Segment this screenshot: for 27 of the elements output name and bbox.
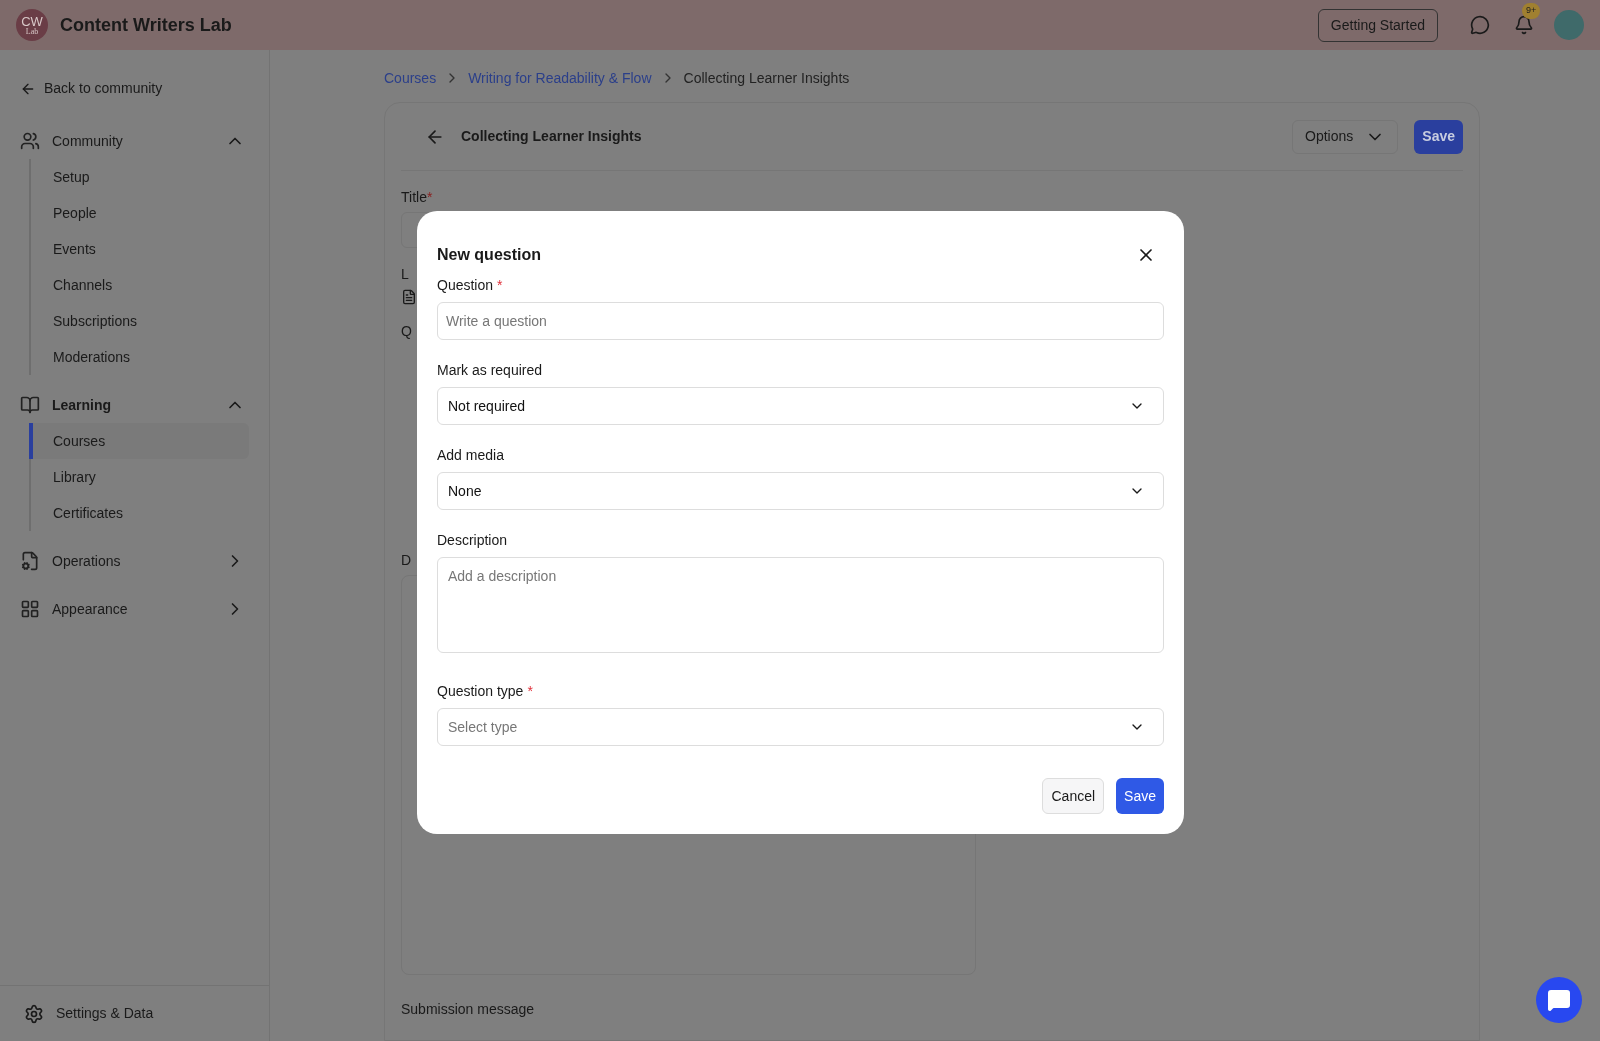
field-label: Description bbox=[437, 531, 508, 550]
field-label: Add media bbox=[437, 446, 504, 465]
field-label: Title bbox=[401, 188, 427, 207]
select-value: None bbox=[448, 481, 482, 501]
select-value: Not required bbox=[448, 396, 526, 416]
field-label: L bbox=[401, 265, 409, 284]
required-asterisk: * bbox=[497, 276, 503, 295]
field-label: Q bbox=[401, 322, 412, 341]
section-label: Appearance bbox=[52, 599, 129, 619]
logo-initials: CW bbox=[21, 14, 43, 28]
section-label: Operations bbox=[52, 551, 122, 571]
field-label: Question type bbox=[437, 682, 524, 701]
section-label: Community bbox=[52, 131, 124, 151]
page-title: Collecting Learner Insights bbox=[461, 127, 643, 146]
app-title: Content Writers Lab bbox=[60, 13, 232, 37]
required-asterisk: * bbox=[527, 682, 533, 701]
required-asterisk: * bbox=[426, 188, 433, 207]
dialog-title: New question bbox=[437, 245, 541, 265]
field-label: D bbox=[401, 551, 412, 570]
notification-badge: 9+ bbox=[1522, 3, 1541, 19]
breadcrumb-current: Collecting Learner Insights bbox=[683, 68, 850, 88]
field-label: Mark as required bbox=[437, 361, 543, 380]
section-label: Learning bbox=[52, 395, 113, 415]
select-placeholder: Select type bbox=[448, 717, 518, 737]
field-label: Question bbox=[437, 276, 494, 295]
field-label: Submission message bbox=[401, 1000, 535, 1019]
logo-subtitle: Lab bbox=[25, 27, 39, 36]
